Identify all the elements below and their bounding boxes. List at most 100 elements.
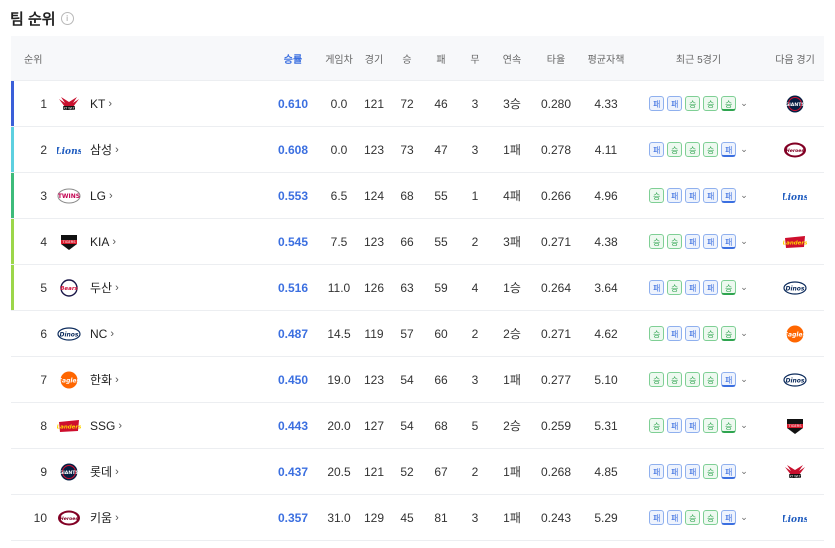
games-behind: 19.0 (327, 372, 351, 387)
streak: 3승 (503, 97, 521, 111)
chevron-right-icon: › (115, 511, 119, 524)
team-name: 삼성 (90, 143, 113, 157)
team-link[interactable]: Landers SSG › (47, 416, 267, 436)
streak: 1패 (503, 143, 521, 157)
chevron-down-icon[interactable]: ⌄ (740, 98, 748, 109)
chevron-down-icon[interactable]: ⌄ (740, 512, 748, 523)
chevron-right-icon: › (115, 373, 119, 386)
draws: 3 (471, 142, 479, 157)
result-badge: 승 (721, 96, 737, 111)
wins: 52 (400, 464, 414, 479)
games-behind: 20.0 (327, 418, 351, 433)
header-pct[interactable]: 승률 (267, 51, 319, 66)
result-badge: 승 (685, 372, 701, 387)
streak: 1패 (503, 511, 521, 525)
svg-text:Landers: Landers (783, 240, 807, 246)
chevron-down-icon[interactable]: ⌄ (740, 190, 748, 201)
svg-text:GIANTS: GIANTS (785, 101, 804, 107)
batting-avg: 0.264 (540, 280, 572, 295)
svg-text:Lions: Lions (783, 193, 807, 203)
chevron-down-icon[interactable]: ⌄ (740, 144, 748, 155)
draws: 2 (471, 326, 479, 341)
info-icon[interactable]: i (60, 11, 74, 25)
page-title: 팀 순위 (10, 10, 56, 28)
wins: 72 (400, 96, 414, 111)
team-link[interactable]: TIGERS KIA › (47, 232, 267, 252)
header-losses[interactable]: 패 (425, 51, 457, 66)
team-name: 롯데 (90, 465, 113, 479)
team-name: 두산 (90, 281, 113, 295)
team-link[interactable]: Eagles 한화 › (47, 370, 267, 390)
team-link[interactable]: Lions 삼성 › (47, 140, 267, 160)
team-link[interactable]: KT WIZ KT › (47, 94, 267, 114)
games-behind: 31.0 (327, 510, 351, 525)
chevron-down-icon[interactable]: ⌄ (740, 236, 748, 247)
header-streak[interactable]: 연속 (493, 51, 531, 66)
era: 4.85 (594, 464, 618, 479)
result-badge: 패 (667, 96, 683, 111)
next-game[interactable]: GIANTS (766, 94, 824, 114)
losses: 67 (434, 464, 448, 479)
rank: 1 (40, 96, 47, 111)
next-game[interactable]: Lions (766, 186, 824, 206)
next-game[interactable]: Heroes (766, 140, 824, 160)
streak: 3패 (503, 235, 521, 249)
draws: 3 (471, 372, 479, 387)
chevron-down-icon[interactable]: ⌄ (740, 466, 748, 477)
team-link[interactable]: Bears 두산 › (47, 278, 267, 298)
lions-logo-icon: Lions (766, 186, 824, 206)
svg-text:GIANTS: GIANTS (59, 469, 78, 475)
result-badge: 패 (649, 96, 665, 111)
win-pct: 0.545 (277, 234, 309, 249)
header-wins[interactable]: 승 (389, 51, 425, 66)
wins: 66 (400, 234, 414, 249)
win-pct: 0.437 (277, 464, 309, 479)
next-game[interactable]: Lions (766, 508, 824, 528)
games: 126 (363, 280, 385, 295)
header-games[interactable]: 경기 (359, 51, 389, 66)
chevron-down-icon[interactable]: ⌄ (740, 282, 748, 293)
svg-text:Landers: Landers (57, 424, 81, 430)
page-header: 팀 순위 i (0, 0, 835, 36)
games: 123 (363, 142, 385, 157)
chevron-down-icon[interactable]: ⌄ (740, 374, 748, 385)
team-link[interactable]: Heroes 키움 › (47, 508, 267, 528)
table-row: 6 Dinos NC › 0.487 14.5 119 57 60 2 2승 0… (11, 311, 824, 357)
chevron-down-icon[interactable]: ⌄ (740, 328, 748, 339)
next-game[interactable]: Landers (766, 232, 824, 252)
header-rank: 순위 (24, 54, 43, 66)
header-gb[interactable]: 게임차 (319, 51, 359, 66)
team-link[interactable]: Dinos NC › (47, 324, 267, 344)
result-badge: 승 (703, 372, 719, 387)
next-game[interactable]: Dinos (766, 370, 824, 390)
dinos-logo-icon: Dinos (57, 324, 81, 344)
era: 5.29 (594, 510, 618, 525)
result-badge: 패 (721, 464, 737, 479)
next-game[interactable]: Dinos (766, 278, 824, 298)
games: 123 (363, 372, 385, 387)
result-badge: 승 (703, 510, 719, 525)
result-badge: 패 (703, 280, 719, 295)
header-draws[interactable]: 무 (457, 51, 493, 66)
chevron-down-icon[interactable]: ⌄ (740, 420, 748, 431)
team-name: NC (90, 326, 108, 341)
win-pct: 0.487 (277, 326, 309, 341)
next-game[interactable]: TIGERS (766, 416, 824, 436)
svg-text:Dinos: Dinos (785, 285, 804, 292)
team-link[interactable]: GIANTS 롯데 › (47, 462, 267, 482)
result-badge: 승 (703, 326, 719, 341)
result-badge: 승 (685, 96, 701, 111)
rank: 6 (40, 326, 47, 341)
wins: 68 (400, 188, 414, 203)
header-era[interactable]: 평균자책 (581, 51, 631, 66)
batting-avg: 0.278 (540, 142, 572, 157)
svg-text:Eagles: Eagles (58, 377, 81, 384)
table-row: 7 Eagles 한화 › 0.450 19.0 123 54 66 3 1패 … (11, 357, 824, 403)
rank: 3 (40, 188, 47, 203)
team-link[interactable]: TWINS LG › (47, 186, 267, 206)
next-game[interactable]: KT WIZ (766, 462, 824, 482)
next-game[interactable]: Eagles (766, 324, 824, 344)
table-row: 2 Lions 삼성 › 0.608 0.0 123 73 47 3 1패 0.… (11, 127, 824, 173)
header-avg[interactable]: 타율 (531, 51, 581, 66)
rank: 7 (40, 372, 47, 387)
